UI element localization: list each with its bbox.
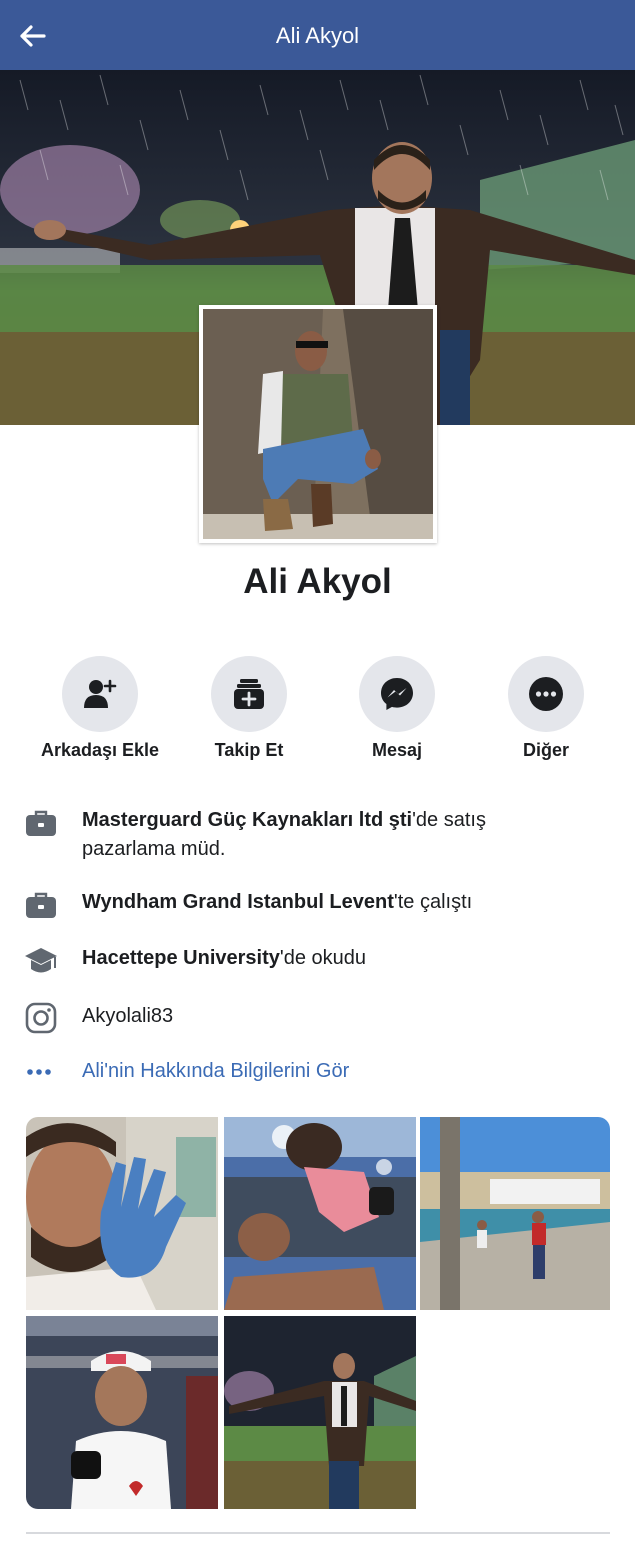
messenger-icon xyxy=(381,678,413,710)
action-bar: Arkadaşı Ekle Takip Et Mesaj Diğer xyxy=(0,656,635,766)
more-icon xyxy=(529,677,563,711)
add-friend-label: Arkadaşı Ekle xyxy=(40,740,160,760)
instagram-username[interactable]: Akyolali83 xyxy=(82,1002,602,1031)
photo-thumbnail[interactable] xyxy=(420,1117,610,1310)
follow-label: Takip Et xyxy=(214,740,284,760)
follow-button[interactable]: Takip Et xyxy=(169,656,329,761)
avatar xyxy=(203,309,433,539)
instagram-icon xyxy=(24,1001,58,1035)
message-button[interactable]: Mesaj xyxy=(317,656,477,761)
briefcase-icon xyxy=(24,888,58,922)
work-1-position: pazarlama müd. xyxy=(82,838,226,860)
see-about-link[interactable]: Ali'nin Hakkında Bilgilerini Gör xyxy=(82,1057,602,1086)
work-1-company[interactable]: Masterguard Güç Kaynakları ltd şti xyxy=(82,809,412,831)
briefcase-icon xyxy=(24,806,58,840)
more-label: Diğer xyxy=(522,740,569,760)
photo-thumbnail[interactable] xyxy=(224,1117,416,1310)
work-2-company[interactable]: Wyndham Grand Istanbul Levent xyxy=(82,891,394,913)
add-friend-icon xyxy=(84,679,117,708)
photo-thumbnail[interactable] xyxy=(26,1117,218,1310)
ellipsis-icon xyxy=(24,1057,58,1091)
work-1-suffix: 'de satış xyxy=(412,809,486,831)
photo-thumbnail[interactable] xyxy=(224,1316,416,1509)
profile-picture[interactable] xyxy=(199,305,437,543)
education-suffix: 'de okudu xyxy=(279,947,366,969)
top-bar: Ali Akyol xyxy=(0,0,635,70)
page-title: Ali Akyol xyxy=(275,23,360,48)
photos-grid xyxy=(26,1117,610,1509)
section-divider xyxy=(26,1532,610,1534)
profile-name: Ali Akyol xyxy=(243,562,392,601)
more-button[interactable]: Diğer xyxy=(466,656,626,761)
add-friend-button[interactable]: Arkadaşı Ekle xyxy=(20,656,180,761)
school-name[interactable]: Hacettepe University xyxy=(82,947,280,969)
work-2-suffix: 'te çalıştı xyxy=(393,891,473,913)
message-label: Mesaj xyxy=(371,740,423,760)
follow-icon xyxy=(234,679,264,709)
graduation-cap-icon xyxy=(24,944,58,978)
photo-thumbnail[interactable] xyxy=(26,1316,218,1509)
